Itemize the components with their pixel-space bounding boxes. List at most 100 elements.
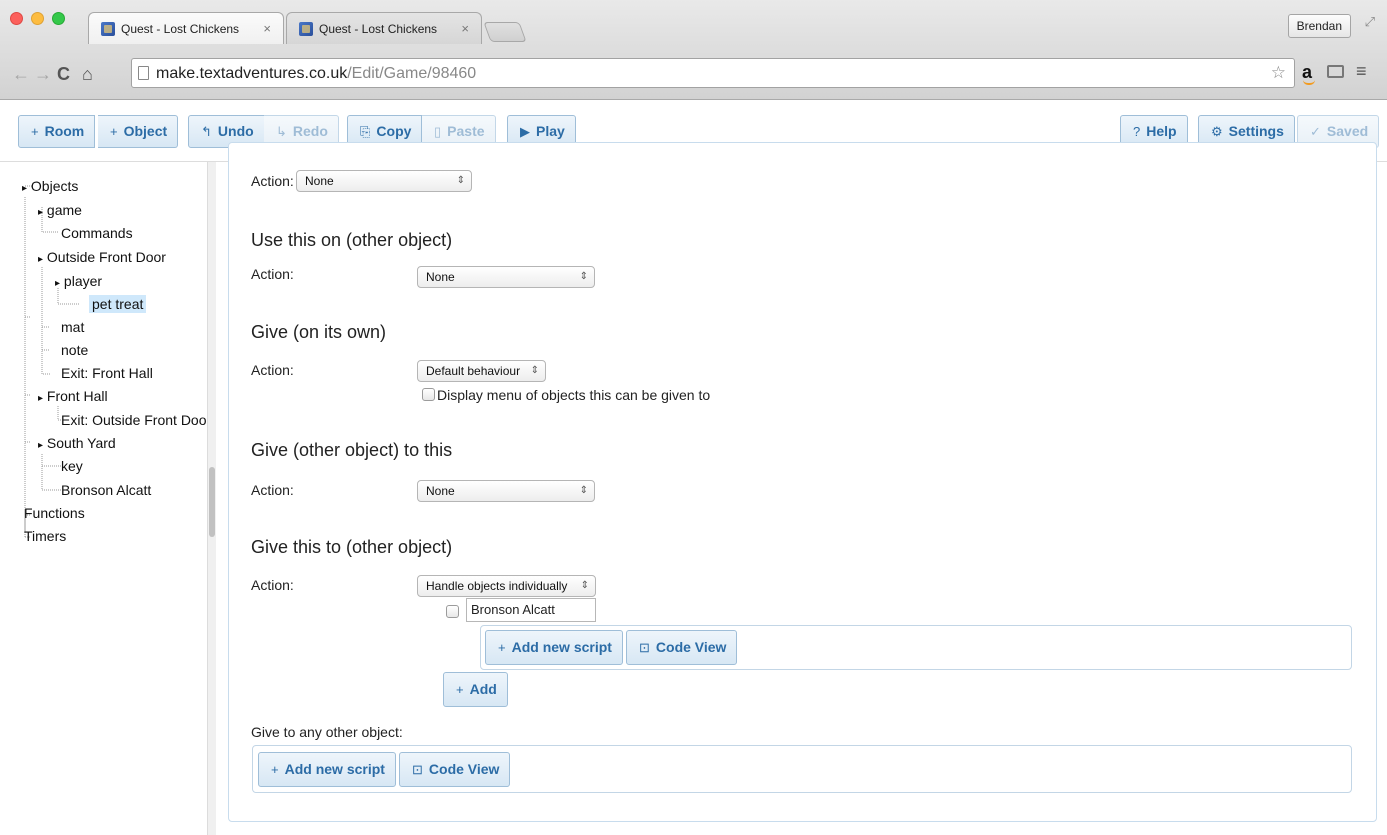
- tree-item-game[interactable]: ▸ game: [38, 202, 82, 218]
- tree-item-key[interactable]: key: [61, 458, 83, 474]
- section-title: Use this on (other object): [251, 230, 453, 250]
- give-any-script-box: + Add new script ⊡ Code View: [252, 745, 1352, 793]
- menu-icon[interactable]: ≡: [1356, 61, 1367, 82]
- plus-icon: +: [31, 124, 39, 139]
- cast-icon[interactable]: [1327, 65, 1344, 78]
- select-arrows-icon: ⇕: [456, 175, 465, 186]
- url-host: make.textadventures.co.uk: [156, 65, 348, 82]
- browser-tab[interactable]: Quest - Lost Chickens ×: [286, 12, 482, 44]
- plus-icon: +: [271, 762, 279, 777]
- action-label: Action:: [251, 173, 294, 189]
- play-icon: ▶: [520, 124, 530, 139]
- tree-item-timers[interactable]: Timers: [24, 528, 66, 544]
- tree-item-exit-front-hall[interactable]: Exit: Front Hall: [61, 365, 153, 381]
- select-arrows-icon: ⇕: [579, 271, 588, 282]
- tree-item-front-hall[interactable]: ▸ Front Hall: [38, 388, 108, 404]
- star-icon[interactable]: ☆: [1271, 63, 1286, 83]
- tree-item-pet-treat[interactable]: pet treat: [89, 295, 147, 313]
- back-arrow-icon[interactable]: ←: [12, 65, 30, 83]
- add-button[interactable]: + Add: [443, 672, 508, 707]
- action-label: Action:: [251, 577, 294, 593]
- expander-icon[interactable]: ▸: [38, 440, 43, 451]
- home-icon[interactable]: ⌂: [82, 65, 93, 83]
- copy-icon: ⎘: [360, 124, 371, 139]
- add-new-script-button[interactable]: + Add new script: [258, 752, 396, 787]
- expander-icon[interactable]: ▸: [38, 207, 43, 218]
- object-row-checkbox[interactable]: [446, 605, 459, 618]
- select-arrows-icon: ⇕: [580, 580, 589, 591]
- tree-item-outside-front-door[interactable]: ▸ Outside Front Door: [38, 249, 166, 265]
- use-on-action-select[interactable]: None ⇕: [417, 266, 595, 288]
- object-name-input[interactable]: Bronson Alcatt: [466, 598, 596, 622]
- url-path: /Edit/Game/98460: [347, 65, 477, 82]
- section-title: Give (on its own): [251, 322, 387, 342]
- tree-scrollbar[interactable]: [207, 162, 216, 835]
- tree-item-mat[interactable]: mat: [61, 319, 84, 335]
- plus-icon: +: [456, 682, 464, 697]
- quest-favicon-icon: [101, 22, 115, 36]
- action-label: Action:: [251, 266, 294, 282]
- give-this-to-action-select[interactable]: Handle objects individually ⇕: [417, 575, 596, 597]
- give-action-select[interactable]: Default behaviour ⇕: [417, 360, 546, 382]
- code-icon: ⊡: [412, 762, 423, 777]
- select-arrows-icon: ⇕: [530, 365, 539, 376]
- display-menu-checkbox[interactable]: [422, 388, 435, 401]
- give-any-other-label: Give to any other object:: [251, 724, 403, 740]
- gear-icon: ⚙: [1211, 124, 1223, 139]
- tree-item-objects[interactable]: ▸ Objects: [22, 178, 78, 194]
- plus-icon: +: [110, 124, 118, 139]
- expander-icon[interactable]: ▸: [38, 254, 43, 265]
- close-window-button[interactable]: [10, 12, 23, 25]
- redo-icon: ↳: [276, 124, 287, 139]
- display-menu-label: Display menu of objects this can be give…: [437, 387, 711, 403]
- forward-arrow-icon[interactable]: →: [34, 65, 52, 83]
- action-label: Action:: [251, 362, 294, 378]
- expander-icon[interactable]: ▸: [55, 278, 60, 289]
- amazon-icon[interactable]: a: [1302, 62, 1316, 85]
- code-view-button[interactable]: ⊡ Code View: [399, 752, 511, 787]
- minimize-window-button[interactable]: [31, 12, 44, 25]
- zoom-window-button[interactable]: [52, 12, 65, 25]
- help-icon: ?: [1133, 124, 1141, 139]
- tab-close-icon[interactable]: ×: [461, 21, 469, 36]
- tree-item-functions[interactable]: Functions: [24, 505, 85, 521]
- section-title: Give (other object) to this: [251, 440, 453, 460]
- tree-item-south-yard[interactable]: ▸ South Yard: [38, 435, 116, 451]
- section-title: Give this to (other object): [251, 537, 453, 557]
- tree-scrollbar-thumb[interactable]: [209, 467, 215, 537]
- give-to-this-action-select[interactable]: None ⇕: [417, 480, 595, 502]
- tree-item-note[interactable]: note: [61, 342, 88, 358]
- action-label: Action:: [251, 482, 294, 498]
- fullscreen-icon[interactable]: ⤢: [1365, 14, 1375, 30]
- tree-item-exit-outside-front-door[interactable]: Exit: Outside Front Door: [61, 412, 207, 428]
- quest-favicon-icon: [299, 22, 313, 36]
- action-select[interactable]: None ⇕: [296, 170, 472, 192]
- object-script-box: + Add new script ⊡ Code View: [480, 625, 1352, 670]
- new-tab-button[interactable]: [483, 22, 527, 42]
- address-bar[interactable]: make.textadventures.co.uk/Edit/Game/9846…: [131, 58, 1295, 88]
- add-room-button[interactable]: + Room: [18, 115, 96, 148]
- tree-item-player[interactable]: ▸ player: [55, 273, 102, 289]
- paste-icon: ▯: [434, 124, 442, 139]
- object-editor: Action: None ⇕ Use this on (other object…: [217, 142, 1387, 835]
- tab-title: Quest - Lost Chickens: [319, 22, 438, 36]
- expander-icon[interactable]: ▸: [38, 393, 43, 404]
- browser-toolbar: ← → C ⌂ make.textadventures.co.uk/Edit/G…: [0, 56, 1387, 94]
- reload-icon[interactable]: C: [57, 65, 70, 83]
- tree-item-bronson-alcatt[interactable]: Bronson Alcatt: [61, 482, 151, 498]
- expander-icon[interactable]: ▸: [22, 183, 27, 194]
- code-icon: ⊡: [639, 640, 650, 655]
- profile-button[interactable]: Brendan: [1287, 14, 1351, 38]
- select-arrows-icon: ⇕: [579, 485, 588, 496]
- tree-item-commands[interactable]: Commands: [61, 225, 133, 241]
- tab-close-icon[interactable]: ×: [263, 21, 271, 36]
- plus-icon: +: [498, 640, 506, 655]
- add-new-script-button[interactable]: + Add new script: [485, 630, 623, 665]
- page-icon: [138, 66, 149, 80]
- code-view-button[interactable]: ⊡ Code View: [626, 630, 738, 665]
- undo-icon: ↰: [201, 124, 212, 139]
- add-object-button[interactable]: + Object: [98, 115, 179, 148]
- browser-chrome: Quest - Lost Chickens × Quest - Lost Chi…: [0, 0, 1387, 100]
- browser-tab-active[interactable]: Quest - Lost Chickens ×: [88, 12, 284, 44]
- checkmark-icon: ✓: [1310, 124, 1321, 139]
